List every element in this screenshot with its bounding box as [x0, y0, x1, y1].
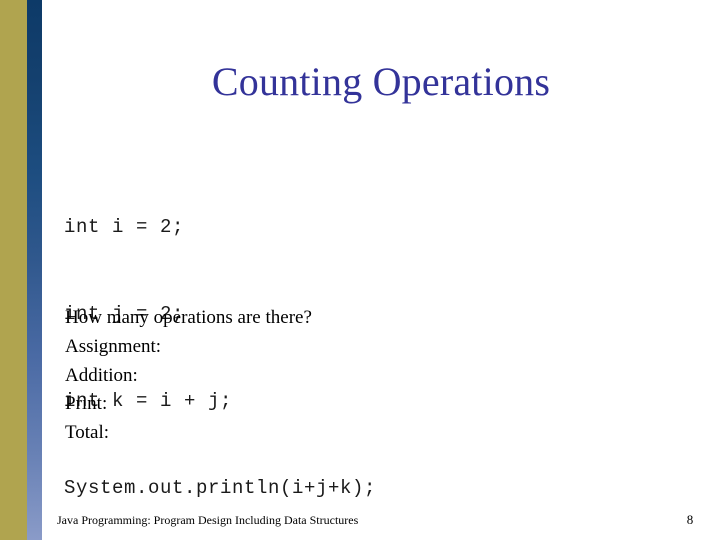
assignment-line: Assignment: [65, 335, 162, 357]
slide: Counting Operations int i = 2; int j = 2… [0, 0, 720, 540]
slide-title: Counting Operations [211, 59, 551, 104]
question-line: How many operations are there? [65, 307, 312, 328]
code-line: int i = 2; [64, 216, 185, 238]
blue-gradient-accent-bar [27, 0, 42, 540]
code-line: System.out.println(i+j+k); [64, 477, 377, 499]
footer-book-title: Java Programming: Program Design Includi… [57, 513, 359, 527]
body-text-block: How many operations are there? Assignmen… [65, 304, 312, 448]
total-line: Total: [65, 422, 110, 444]
print-line: Print: [65, 393, 108, 415]
addition-line: Addition: [65, 364, 138, 386]
gold-accent-bar [0, 0, 27, 540]
footer-page-number: 8 [686, 512, 694, 527]
